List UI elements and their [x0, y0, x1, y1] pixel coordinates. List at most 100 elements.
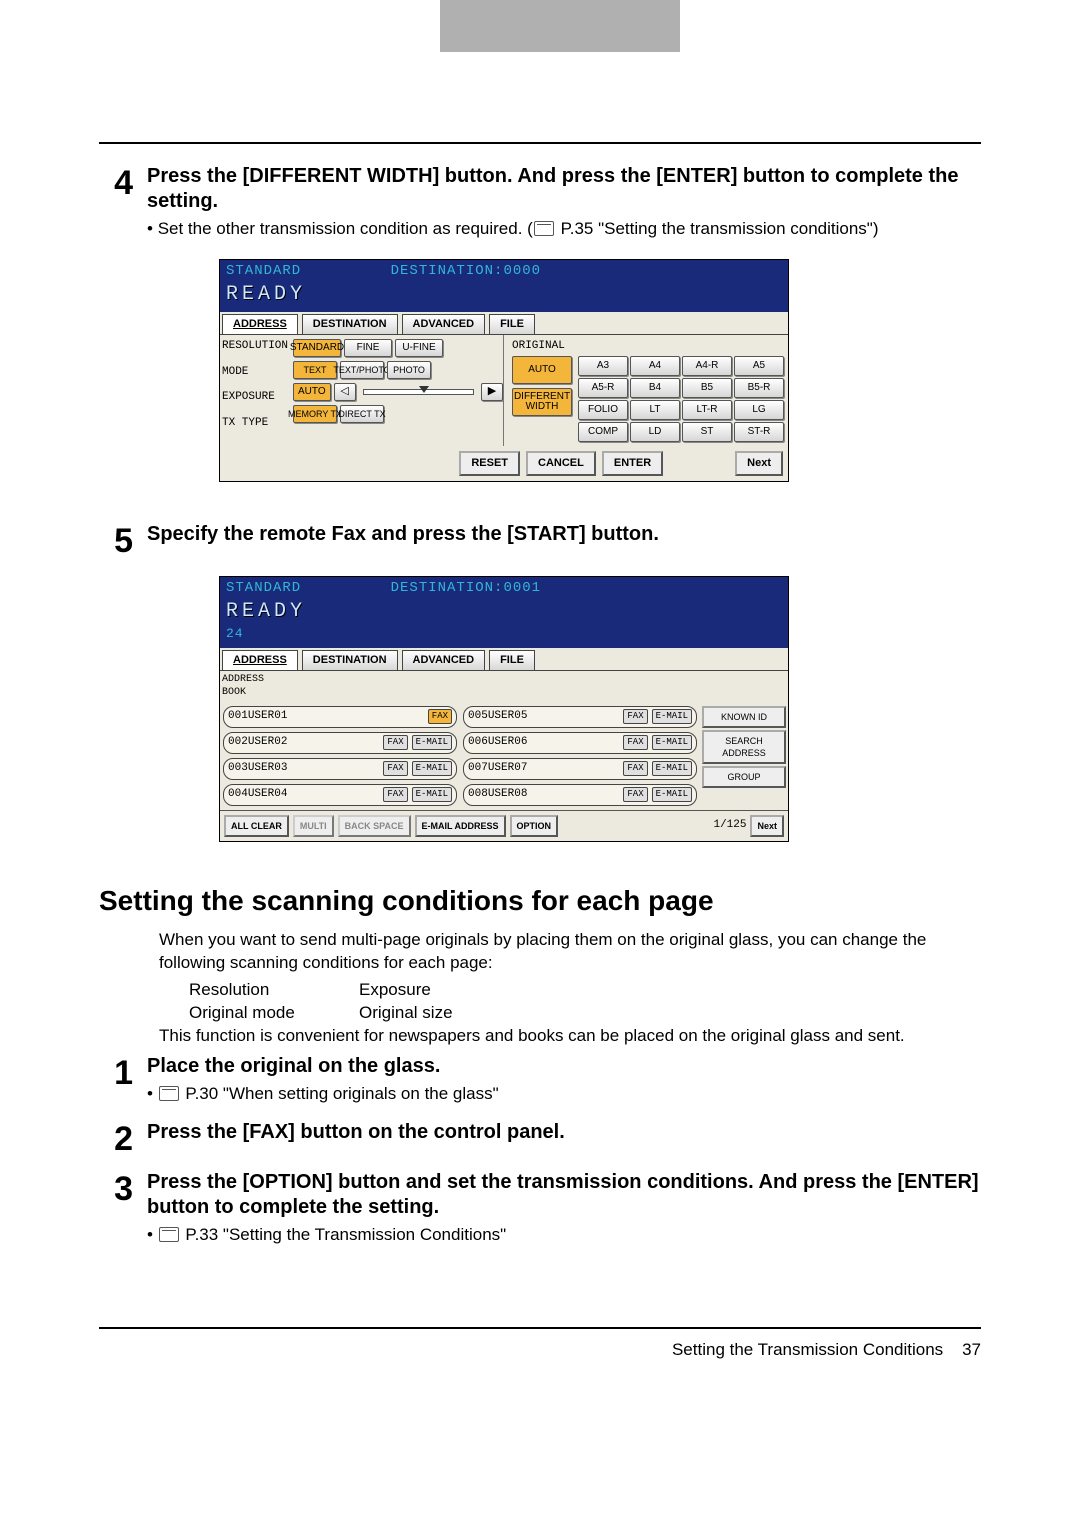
reference-link: P.30 "When setting originals on the glas… [185, 1084, 498, 1103]
next-button[interactable]: Next [750, 815, 784, 837]
condition-table: Resolution Exposure Original mode Origin… [189, 979, 981, 1025]
label-txtype: TX TYPE [222, 416, 291, 431]
address-entry[interactable]: 008USER08 FAXE-MAIL [463, 784, 697, 806]
entry-name: USER05 [488, 710, 528, 722]
size-a3[interactable]: A3 [578, 356, 628, 376]
fax-pill[interactable]: FAX [623, 735, 647, 749]
email-pill[interactable]: E-MAIL [652, 735, 692, 749]
email-pill[interactable]: E-MAIL [412, 761, 452, 775]
size-ld[interactable]: LD [630, 422, 680, 442]
tab-file[interactable]: FILE [489, 314, 535, 334]
email-pill[interactable]: E-MAIL [412, 735, 452, 749]
resolution-fine[interactable]: FINE [344, 339, 392, 357]
email-pill[interactable]: E-MAIL [652, 761, 692, 775]
entry-name: USER06 [488, 736, 528, 748]
section-paragraph: When you want to send multi-page origina… [159, 929, 981, 975]
size-b5r[interactable]: B5-R [734, 378, 784, 398]
label-resolution: RESOLUTION [222, 339, 291, 354]
size-lt[interactable]: LT [630, 400, 680, 420]
original-label: ORIGINAL [512, 339, 784, 354]
search-address-button[interactable]: SEARCH ADDRESS [702, 730, 786, 764]
step-number: 5 [99, 522, 147, 558]
fax-option-panel: STANDARD DESTINATION:0000 READY ADDRESS … [219, 259, 789, 482]
txtype-memory[interactable]: MEMORY TX [293, 405, 337, 423]
address-entry[interactable]: 002USER02 FAXE-MAIL [223, 732, 457, 754]
address-entry[interactable]: 004USER04 FAXE-MAIL [223, 784, 457, 806]
tab-address[interactable]: ADDRESS [222, 314, 298, 334]
size-comp[interactable]: COMP [578, 422, 628, 442]
email-address-button[interactable]: E-MAIL ADDRESS [415, 815, 506, 837]
cancel-button[interactable]: CANCEL [526, 451, 596, 476]
size-a5r[interactable]: A5-R [578, 378, 628, 398]
page-footer: Setting the Transmission Conditions 37 [99, 1339, 981, 1362]
fax-pill[interactable]: FAX [383, 735, 407, 749]
mode-textphoto[interactable]: TEXT/PHOTO [340, 361, 384, 379]
size-a5[interactable]: A5 [734, 356, 784, 376]
option-button[interactable]: OPTION [510, 815, 559, 837]
size-lg[interactable]: LG [734, 400, 784, 420]
size-b4[interactable]: B4 [630, 378, 680, 398]
address-book-label: ADDRESS BOOK [220, 671, 294, 702]
tab-advanced[interactable]: ADVANCED [402, 314, 486, 334]
size-ltr[interactable]: LT-R [682, 400, 732, 420]
group-button[interactable]: GROUP [702, 766, 786, 788]
fax-pill[interactable]: FAX [623, 709, 647, 723]
tab-file[interactable]: FILE [489, 650, 535, 670]
step-1: 1 Place the original on the glass. • P.3… [99, 1054, 981, 1106]
exposure-left-button[interactable]: ◁ [334, 383, 356, 401]
mode-text[interactable]: TEXT [293, 361, 337, 379]
exposure-right-button[interactable]: ▶ [481, 383, 503, 401]
different-width-button[interactable]: DIFFERENT WIDTH [512, 388, 572, 416]
tab-advanced[interactable]: ADVANCED [402, 650, 486, 670]
tab-destination[interactable]: DESTINATION [302, 314, 398, 334]
resolution-standard[interactable]: STANDARD [293, 339, 341, 357]
address-entry[interactable]: 007USER07 FAXE-MAIL [463, 758, 697, 780]
page-indicator: 1/125 [713, 818, 746, 833]
email-pill[interactable]: E-MAIL [652, 709, 692, 723]
resolution-ufine[interactable]: U-FINE [395, 339, 443, 357]
size-a4r[interactable]: A4-R [682, 356, 732, 376]
size-b5[interactable]: B5 [682, 378, 732, 398]
address-entry[interactable]: 001USER01 FAX [223, 706, 457, 728]
reset-button[interactable]: RESET [459, 451, 520, 476]
exposure-slider[interactable] [363, 389, 474, 395]
all-clear-button[interactable]: ALL CLEAR [224, 815, 289, 837]
exposure-auto[interactable]: AUTO [293, 383, 331, 401]
email-pill[interactable]: E-MAIL [652, 787, 692, 801]
panel-header: STANDARD DESTINATION:0001 READY 24 [220, 577, 788, 648]
address-entry[interactable]: 005USER05 FAX E-MAIL [463, 706, 697, 728]
label-exposure: EXPOSURE [222, 390, 291, 405]
tab-destination[interactable]: DESTINATION [302, 650, 398, 670]
original-auto[interactable]: AUTO [512, 356, 572, 384]
size-str[interactable]: ST-R [734, 422, 784, 442]
cond-original-size: Original size [359, 1002, 529, 1025]
txtype-direct[interactable]: DIRECT TX [340, 405, 384, 423]
size-a4[interactable]: A4 [630, 356, 680, 376]
multi-button[interactable]: MULTI [293, 815, 334, 837]
size-st[interactable]: ST [682, 422, 732, 442]
tab-address[interactable]: ADDRESS [222, 650, 298, 670]
panel-header: STANDARD DESTINATION:0000 READY [220, 260, 788, 312]
counter: 24 [226, 626, 244, 641]
address-entry[interactable]: 006USER06 FAXE-MAIL [463, 732, 697, 754]
fax-pill[interactable]: FAX [623, 761, 647, 775]
enter-button[interactable]: ENTER [602, 451, 663, 476]
backspace-button[interactable]: BACK SPACE [338, 815, 411, 837]
next-button[interactable]: Next [735, 451, 783, 476]
entry-id: 005 [468, 710, 488, 722]
paper-size-grid: A3 A4 A4-R A5 A5-R B4 B5 B5-R FOLIO LT L… [578, 356, 784, 442]
email-pill[interactable]: E-MAIL [412, 787, 452, 801]
entry-id: 002 [228, 736, 248, 748]
fax-pill[interactable]: FAX [383, 787, 407, 801]
fax-pill[interactable]: FAX [383, 761, 407, 775]
fax-pill[interactable]: FAX [428, 709, 452, 723]
address-entry[interactable]: 003USER03 FAXE-MAIL [223, 758, 457, 780]
cond-exposure: Exposure [359, 979, 529, 1002]
known-id-button[interactable]: KNOWN ID [702, 706, 786, 728]
size-folio[interactable]: FOLIO [578, 400, 628, 420]
ready-status: READY [226, 598, 782, 625]
panel-tabs: ADDRESS DESTINATION ADVANCED FILE [220, 312, 788, 335]
mode-photo[interactable]: PHOTO [387, 361, 431, 379]
step-heading: Press the [DIFFERENT WIDTH] button. And … [147, 164, 981, 214]
fax-pill[interactable]: FAX [623, 787, 647, 801]
